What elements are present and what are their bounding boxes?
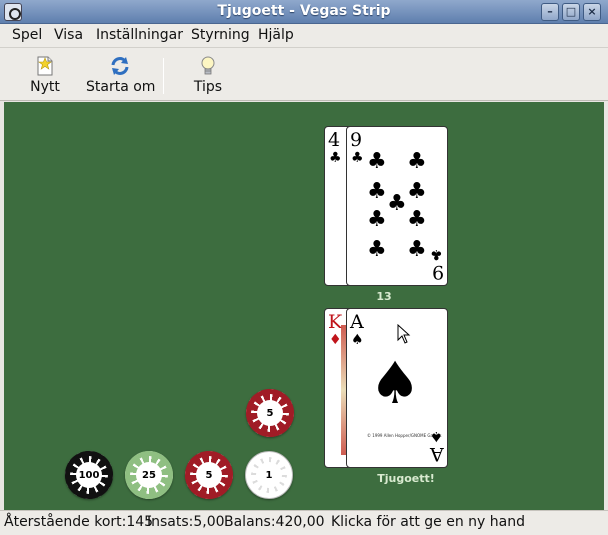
menu-styrning[interactable]: Styrning: [191, 27, 250, 43]
chip-5[interactable]: 5: [185, 451, 233, 499]
player-result: Tjugoett!: [377, 472, 435, 485]
club-icon: ♣: [407, 149, 427, 174]
lightbulb-icon: [197, 55, 219, 77]
club-icon: ♣: [430, 246, 443, 262]
new-game-button[interactable]: Nytt: [26, 52, 64, 98]
maximize-button[interactable]: □: [562, 3, 580, 21]
restart-button[interactable]: Starta om: [86, 52, 156, 98]
card-rank: 9: [350, 129, 363, 151]
new-document-icon: [34, 55, 56, 77]
dealer-total: 13: [376, 290, 392, 303]
chip-value: 5: [196, 462, 222, 488]
restart-label: Starta om: [86, 79, 156, 95]
club-icon: ♣: [329, 150, 342, 166]
status-bar: Återstående kort:145 Insats:5,00 Balans:…: [0, 510, 608, 535]
spade-icon: ♠: [430, 428, 443, 444]
club-icon: ♣: [407, 237, 427, 262]
menu-bar: Spel Visa Inställningar Styrning Hjälp: [0, 24, 608, 48]
club-icon: ♣: [367, 179, 387, 204]
club-icon: ♣: [407, 207, 427, 232]
window-title: Tjugoett - Vegas Strip: [217, 3, 391, 19]
close-button[interactable]: ×: [583, 3, 601, 21]
toolbar-separator: [163, 58, 164, 94]
bet-chip[interactable]: 5: [246, 389, 294, 437]
chip-value: 5: [257, 400, 283, 426]
menu-spel[interactable]: Spel: [12, 27, 42, 43]
game-table[interactable]: [4, 102, 604, 510]
balance: Balans:420,00: [224, 514, 325, 530]
club-icon: ♣: [367, 207, 387, 232]
club-icon: ♣: [407, 179, 427, 204]
club-icon: ♣: [367, 237, 387, 262]
status-message: Klicka för att ge en ny hand: [331, 514, 525, 530]
card-rank: 4: [328, 129, 341, 151]
remaining-cards: Återstående kort:145: [4, 514, 154, 530]
diamond-icon: ♦: [329, 332, 342, 348]
menu-installningar[interactable]: Inställningar: [96, 27, 183, 43]
refresh-icon: [109, 55, 131, 77]
bet-amount: Insats:5,00: [147, 514, 225, 530]
card-rank: A: [430, 443, 444, 465]
dealer-card-2: 9 ♣ ♣ ♣ ♣ ♣ ♣ ♣ ♣ ♣ ♣ ♣ 9: [346, 126, 448, 286]
chip-value: 25: [136, 462, 162, 488]
club-icon: ♣: [387, 191, 407, 216]
menu-hjalp[interactable]: Hjälp: [258, 27, 294, 43]
club-icon: ♣: [351, 150, 364, 166]
chip-value: 100: [76, 462, 102, 488]
mouse-pointer-icon: [397, 324, 411, 344]
card-rank: 9: [431, 261, 444, 283]
club-icon: ♣: [367, 149, 387, 174]
toolbar: Nytt Starta om Tips: [0, 48, 608, 101]
tips-button[interactable]: Tips: [190, 52, 226, 98]
minimize-button[interactable]: –: [541, 3, 559, 21]
title-bar[interactable]: Tjugoett - Vegas Strip – □ ×: [0, 0, 608, 24]
chip-100[interactable]: 100: [65, 451, 113, 499]
spade-icon: ♠: [369, 349, 421, 417]
chip-1[interactable]: 1: [245, 451, 293, 499]
tips-label: Tips: [193, 79, 223, 95]
card-rank: A: [350, 311, 364, 333]
spade-icon: ♠: [351, 332, 364, 348]
new-game-label: Nytt: [30, 79, 60, 95]
chip-25[interactable]: 25: [125, 451, 173, 499]
chip-value: 1: [256, 462, 282, 488]
menu-visa[interactable]: Visa: [54, 27, 83, 43]
